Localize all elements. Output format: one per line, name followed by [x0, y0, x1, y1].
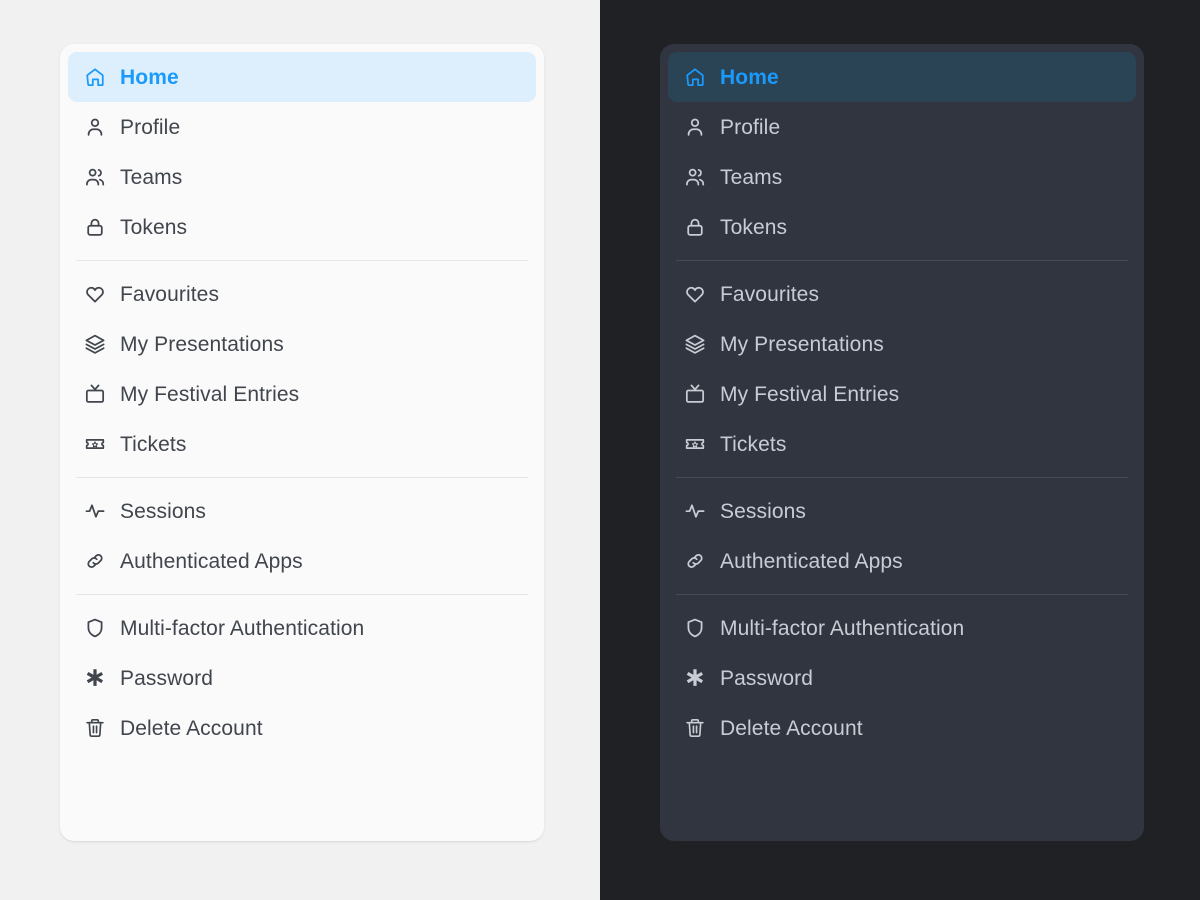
sidebar-item-label: Favourites: [720, 282, 820, 306]
ticket-icon: [684, 433, 706, 455]
nav-group-divider: [676, 477, 1128, 478]
dark-theme-pane: Home Profile Teams Tokens Favourites My Prese…: [600, 0, 1200, 900]
sidebar-item-home[interactable]: Home: [668, 52, 1136, 102]
sidebar-item-label: Profile: [120, 115, 181, 139]
nav-group-divider: [76, 477, 528, 478]
sidebar-item-tokens[interactable]: Tokens: [668, 202, 1136, 252]
sidebar-item-label: Sessions: [720, 499, 807, 523]
nav-group-divider: [676, 594, 1128, 595]
nav-group: Favourites My Presentations My Festival En…: [660, 269, 1144, 469]
sidebar-item-label: Tokens: [720, 215, 788, 239]
sidebar-item-multi-factor-authentication[interactable]: Multi-factor Authentication: [68, 603, 536, 653]
sidebar-item-favourites[interactable]: Favourites: [668, 269, 1136, 319]
sidebar-item-label: Tickets: [720, 432, 787, 456]
home-icon: [84, 66, 106, 88]
sidebar-item-label: Password: [720, 666, 814, 690]
theme-comparison-stage: Home Profile Teams Tokens Favourites My Prese…: [0, 0, 1200, 900]
nav-group: Sessions Authenticated Apps: [60, 486, 544, 586]
sidebar-item-label: Favourites: [120, 282, 220, 306]
nav-group-divider: [676, 260, 1128, 261]
sidebar-item-profile[interactable]: Profile: [668, 102, 1136, 152]
sidebar-item-home[interactable]: Home: [68, 52, 536, 102]
sidebar-item-favourites[interactable]: Favourites: [68, 269, 536, 319]
sidebar-item-label: Teams: [120, 165, 183, 189]
sidebar-item-tickets[interactable]: Tickets: [668, 419, 1136, 469]
nav-group: Multi-factor Authentication Password Delet…: [660, 603, 1144, 753]
sidebar-item-multi-factor-authentication[interactable]: Multi-factor Authentication: [668, 603, 1136, 653]
sidebar-item-label: Multi-factor Authentication: [720, 616, 965, 640]
sidebar-item-delete-account[interactable]: Delete Account: [68, 703, 536, 753]
account-nav-card-light: Home Profile Teams Tokens Favourites My Prese…: [60, 44, 544, 841]
sidebar-item-authenticated-apps[interactable]: Authenticated Apps: [68, 536, 536, 586]
sidebar-item-label: Teams: [720, 165, 783, 189]
sidebar-item-delete-account[interactable]: Delete Account: [668, 703, 1136, 753]
shield-icon: [684, 617, 706, 639]
sidebar-item-profile[interactable]: Profile: [68, 102, 536, 152]
nav-group-divider: [76, 594, 528, 595]
lock-icon: [84, 216, 106, 238]
sidebar-item-label: Delete Account: [120, 716, 263, 740]
sidebar-item-label: Tickets: [120, 432, 187, 456]
user-icon: [684, 116, 706, 138]
sidebar-item-tokens[interactable]: Tokens: [68, 202, 536, 252]
users-icon: [684, 166, 706, 188]
sidebar-item-authenticated-apps[interactable]: Authenticated Apps: [668, 536, 1136, 586]
sidebar-item-label: Authenticated Apps: [120, 549, 303, 573]
sidebar-item-label: Password: [120, 666, 214, 690]
sidebar-item-label: My Presentations: [720, 332, 884, 356]
sidebar-item-label: Profile: [720, 115, 781, 139]
sidebar-item-my-presentations[interactable]: My Presentations: [668, 319, 1136, 369]
nav-group: Sessions Authenticated Apps: [660, 486, 1144, 586]
home-icon: [684, 66, 706, 88]
sidebar-item-label: Multi-factor Authentication: [120, 616, 365, 640]
sidebar-item-password[interactable]: Password: [668, 653, 1136, 703]
sidebar-item-label: My Presentations: [120, 332, 284, 356]
ticket-icon: [84, 433, 106, 455]
tv-icon: [684, 383, 706, 405]
link-icon: [684, 550, 706, 572]
layers-icon: [84, 333, 106, 355]
nav-group: Home Profile Teams Tokens: [60, 52, 544, 252]
sidebar-item-label: Authenticated Apps: [720, 549, 903, 573]
layers-icon: [684, 333, 706, 355]
sidebar-item-label: Tokens: [120, 215, 188, 239]
heart-icon: [84, 283, 106, 305]
sidebar-item-sessions[interactable]: Sessions: [668, 486, 1136, 536]
sidebar-item-my-festival-entries[interactable]: My Festival Entries: [668, 369, 1136, 419]
sidebar-item-tickets[interactable]: Tickets: [68, 419, 536, 469]
sidebar-item-label: My Festival Entries: [720, 382, 900, 406]
sidebar-item-label: Sessions: [120, 499, 207, 523]
trash-icon: [684, 717, 706, 739]
sidebar-item-label: My Festival Entries: [120, 382, 300, 406]
nav-group: Favourites My Presentations My Festival En…: [60, 269, 544, 469]
nav-group: Multi-factor Authentication Password Delet…: [60, 603, 544, 753]
activity-icon: [684, 500, 706, 522]
user-icon: [84, 116, 106, 138]
nav-group-divider: [76, 260, 528, 261]
heart-icon: [684, 283, 706, 305]
nav-group: Home Profile Teams Tokens: [660, 52, 1144, 252]
activity-icon: [84, 500, 106, 522]
link-icon: [84, 550, 106, 572]
users-icon: [84, 166, 106, 188]
account-nav-card-dark: Home Profile Teams Tokens Favourites My Prese…: [660, 44, 1144, 841]
trash-icon: [84, 717, 106, 739]
sidebar-item-my-presentations[interactable]: My Presentations: [68, 319, 536, 369]
sidebar-item-my-festival-entries[interactable]: My Festival Entries: [68, 369, 536, 419]
lock-icon: [684, 216, 706, 238]
asterisk-icon: [684, 667, 706, 689]
sidebar-item-teams[interactable]: Teams: [68, 152, 536, 202]
sidebar-item-label: Home: [120, 65, 179, 89]
sidebar-item-teams[interactable]: Teams: [668, 152, 1136, 202]
tv-icon: [84, 383, 106, 405]
sidebar-item-password[interactable]: Password: [68, 653, 536, 703]
light-theme-pane: Home Profile Teams Tokens Favourites My Prese…: [0, 0, 600, 900]
sidebar-item-sessions[interactable]: Sessions: [68, 486, 536, 536]
shield-icon: [84, 617, 106, 639]
asterisk-icon: [84, 667, 106, 689]
sidebar-item-label: Home: [720, 65, 779, 89]
sidebar-item-label: Delete Account: [720, 716, 863, 740]
